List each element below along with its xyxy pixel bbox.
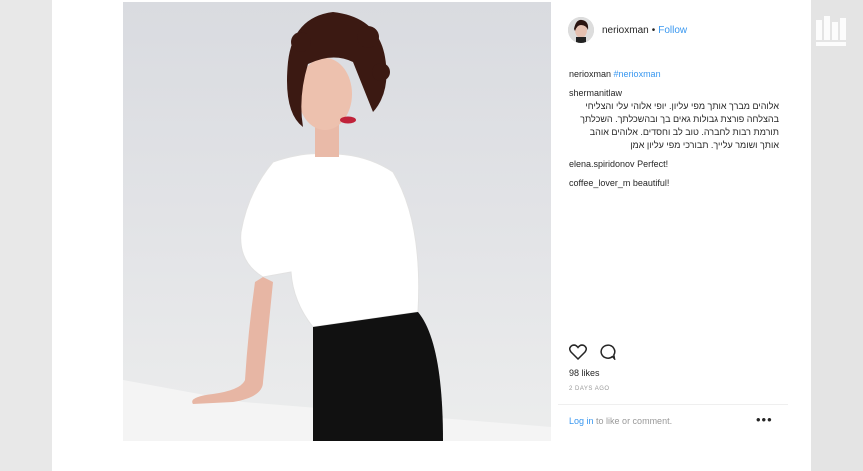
caption-hashtag[interactable]: #nerioxman [614,69,661,79]
photo-illustration [123,12,551,441]
post-photo[interactable] [123,2,551,441]
action-bar [569,344,616,360]
post-timestamp: 2 DAYS AGO [569,386,610,392]
comments-list: nerioxman #nerioxman shermanitlaw אלוהים… [569,68,779,196]
comment-text: beautiful! [632,178,670,188]
login-prompt: Log in to like or comment. [569,416,672,426]
comment-username[interactable]: coffee_lover_m [569,178,630,188]
instagram-post-card: nerioxman • Follow nerioxman #nerioxman … [52,0,811,471]
divider [558,404,788,405]
avatar[interactable] [568,17,594,43]
post-sidebar: nerioxman • Follow nerioxman #nerioxman … [558,0,811,471]
comment-text: Perfect! [637,159,669,169]
comment-username[interactable]: elena.spiridonov [569,159,635,169]
separator-dot: • [651,24,656,36]
comment-item: shermanitlaw אלוהים מברך אותך מפי עליון.… [569,87,779,152]
caption: nerioxman #nerioxman [569,68,779,81]
login-link[interactable]: Log in [569,416,594,426]
login-prompt-text: to like or comment. [596,416,673,426]
heart-icon[interactable] [569,344,587,360]
channel-logo-icon [816,16,846,46]
follow-button[interactable]: Follow [658,25,687,36]
comment-icon[interactable] [599,344,616,360]
comment-text: אלוהים מברך אותך מפי עליון. יופי אלוהי ע… [580,101,779,150]
right-backdrop [811,0,863,471]
comment-item: coffee_lover_m beautiful! [569,177,779,190]
username-link[interactable]: nerioxman [602,25,649,36]
more-options-icon[interactable]: ••• [756,412,773,427]
caption-username[interactable]: nerioxman [569,69,611,79]
comment-username[interactable]: shermanitlaw [569,88,622,98]
left-backdrop [0,0,52,471]
avatar-image [568,17,594,43]
likes-count[interactable]: 98 likes [569,368,600,378]
post-header: nerioxman • Follow [558,12,798,48]
comment-item: elena.spiridonov Perfect! [569,158,779,171]
